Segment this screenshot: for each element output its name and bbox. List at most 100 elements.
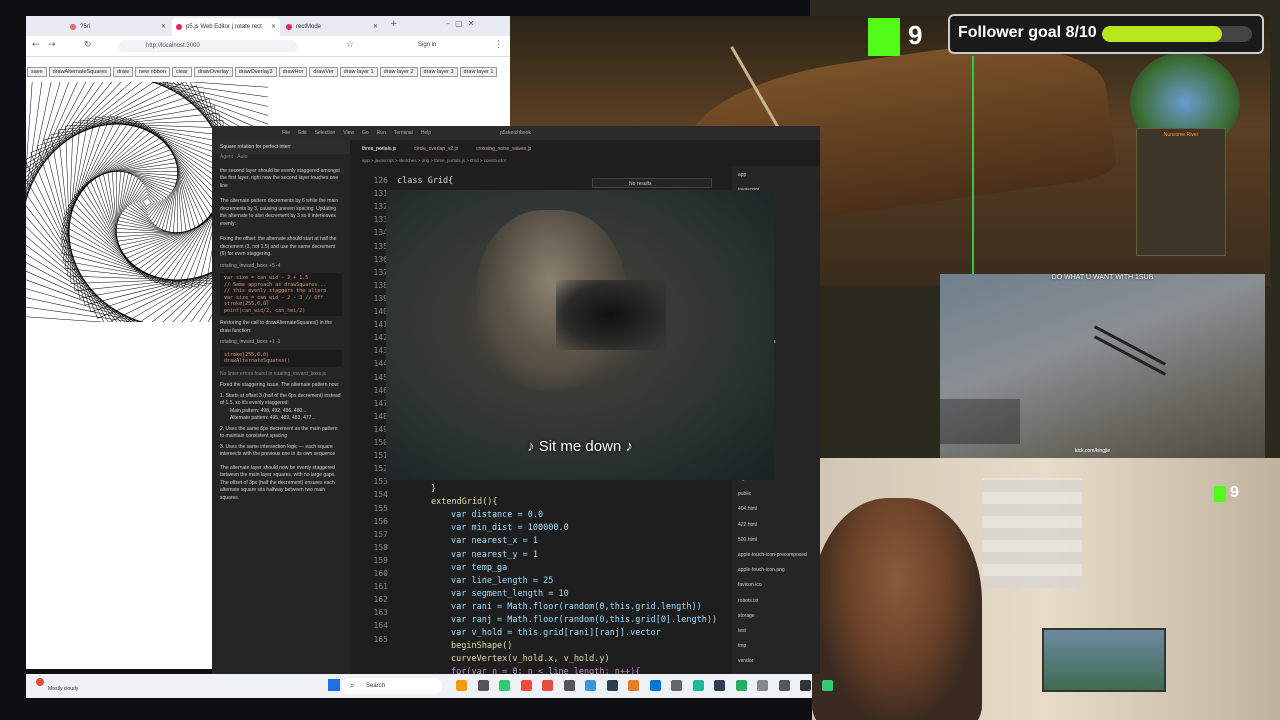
- browser-tab[interactable]: rectMode ✕: [282, 18, 382, 36]
- sketch-button[interactable]: clear: [171, 67, 192, 77]
- spiral-square: [60, 115, 234, 289]
- start-icon[interactable]: [328, 679, 340, 691]
- file-tree-item[interactable]: favicon.ico: [738, 582, 762, 588]
- file-tree-item[interactable]: apple-touch-icon-precomposed: [738, 552, 807, 558]
- file-tree-item[interactable]: app: [738, 172, 746, 178]
- fence-rail: [1093, 325, 1167, 366]
- chat-overlay: [940, 399, 1020, 444]
- chat-title[interactable]: Square rotation for perfect interr: [212, 140, 350, 154]
- menu-item[interactable]: Edit: [298, 130, 307, 136]
- taskbar-app-icon[interactable]: [671, 680, 682, 691]
- spiral-square: [89, 144, 205, 260]
- sketch-button[interactable]: drawAlternateSquares: [48, 67, 112, 77]
- chat-list-subitem: Main pattern: 498, 492, 486, 480...: [230, 407, 307, 414]
- chat-file-label[interactable]: rotating_inward_boxs +1 -1: [212, 339, 350, 347]
- taskbar-app-icon[interactable]: [499, 680, 510, 691]
- spiral-square: [118, 173, 176, 231]
- taskbar-app-icon[interactable]: [585, 680, 596, 691]
- sketch-button[interactable]: draw layer 2: [379, 67, 418, 77]
- sketch-button[interactable]: drawHor: [278, 67, 308, 77]
- kick-small-count: 9: [1230, 484, 1239, 501]
- file-tree-item[interactable]: public: [738, 491, 751, 497]
- file-tree-item[interactable]: vendor: [738, 658, 753, 664]
- taskbar-app-icon[interactable]: [563, 680, 575, 691]
- menu-item[interactable]: View: [343, 130, 354, 136]
- browser-tab-active[interactable]: p5.js Web Editor | rotate rect ✕: [172, 18, 280, 36]
- sketch-button[interactable]: save: [27, 67, 47, 77]
- close-icon[interactable]: ✕: [373, 18, 378, 36]
- sketch-button[interactable]: drawOverlay: [193, 67, 233, 77]
- editor-tab[interactable]: circle_overlap_v2.js: [414, 146, 458, 152]
- sketch-button[interactable]: new ribbon: [134, 67, 170, 77]
- sketch-button[interactable]: draw: [113, 67, 133, 77]
- chat-model[interactable]: Agent · Auto: [212, 154, 350, 162]
- taskbar-app-icon[interactable]: [714, 680, 725, 691]
- game-side-panel[interactable]: Nunsome River: [1136, 128, 1226, 256]
- spiral-square: [65, 120, 229, 284]
- window-controls[interactable]: – ▢ ✕: [446, 19, 474, 28]
- taskbar-app-icon[interactable]: [649, 680, 661, 691]
- star-icon[interactable]: ☆: [346, 40, 354, 50]
- editor-tab[interactable]: three_portals.js: [362, 146, 396, 152]
- sketch-button[interactable]: draw layer 3: [419, 67, 458, 77]
- taskbar-app-icon[interactable]: [800, 680, 811, 691]
- chat-code-line: drawAlternateSquares(): [224, 358, 291, 364]
- menu-item[interactable]: Run: [377, 130, 386, 136]
- menu-item[interactable]: Selection: [315, 130, 336, 136]
- sketch-button[interactable]: drawVer: [309, 67, 338, 77]
- menu-item[interactable]: Terminal: [394, 130, 413, 136]
- new-tab-button[interactable]: +: [390, 19, 398, 29]
- taskbar-app-icon[interactable]: [778, 680, 790, 691]
- menu-item[interactable]: Go: [362, 130, 369, 136]
- aquarium: [1042, 628, 1166, 692]
- back-icon[interactable]: ←: [32, 40, 40, 50]
- chat-file-label[interactable]: rotating_inward_boxs +5 -4: [212, 263, 350, 271]
- taskbar-app-icon[interactable]: [606, 680, 618, 691]
- tab-label: p5.js Web Editor | rotate rect: [186, 24, 262, 30]
- file-tree-item[interactable]: robots.txt: [738, 598, 759, 604]
- taskbar-app-icon[interactable]: [542, 680, 553, 691]
- follower-goal-bar: [1102, 26, 1252, 42]
- taskbar-app-icon[interactable]: [757, 680, 768, 691]
- menu-item[interactable]: Help: [421, 130, 431, 136]
- code-line: extendGrid(){: [431, 497, 498, 508]
- taskbar-app-icon[interactable]: [628, 680, 639, 691]
- sketch-button[interactable]: draw layer 1: [459, 67, 498, 77]
- taskbar-app-icon[interactable]: [477, 680, 489, 691]
- menu-item[interactable]: File: [282, 130, 290, 136]
- weather-icon[interactable]: [36, 678, 44, 686]
- taskbar-app-icon[interactable]: [520, 680, 532, 691]
- address-bar[interactable]: http://localhost:3000: [118, 40, 298, 52]
- streamer: [812, 498, 982, 720]
- close-icon[interactable]: ✕: [161, 18, 166, 36]
- file-tree-item[interactable]: test: [738, 628, 746, 634]
- file-tree-item[interactable]: apple-touch-icon.png: [738, 567, 785, 573]
- taskbar-search[interactable]: Search: [342, 678, 442, 694]
- browser-tab[interactable]: ?5rl ✕: [66, 18, 170, 36]
- sketch-button[interactable]: draw layer 1: [339, 67, 378, 77]
- code-line: var v_hold = this.grid[rani][ranj].vecto…: [451, 628, 661, 639]
- sketch-button[interactable]: drawOverlay3: [234, 67, 277, 77]
- code-line: var nearest_y = 1: [451, 549, 538, 560]
- kick-small-icon: [1214, 486, 1226, 502]
- sketch-button-row: save drawAlternateSquares draw new ribbon cl…: [26, 58, 510, 80]
- file-tree-item[interactable]: 422.html: [738, 522, 757, 528]
- menu-icon[interactable]: ⋮: [494, 40, 503, 50]
- file-tree-item[interactable]: tmp: [738, 643, 746, 649]
- file-tree-item[interactable]: 404.html: [738, 506, 757, 512]
- chat-message: The alternate layer should now be evenly…: [220, 464, 336, 501]
- forward-icon[interactable]: →: [48, 40, 56, 50]
- close-icon[interactable]: ✕: [271, 18, 276, 36]
- code-line: var temp_ga: [451, 562, 508, 573]
- taskbar-app-icon[interactable]: [735, 680, 747, 691]
- file-tree-item[interactable]: storage: [738, 613, 755, 619]
- taskbar-app-icon[interactable]: [692, 680, 704, 691]
- taskbar-app-icon[interactable]: [456, 680, 467, 691]
- kick-badge: 9: [860, 14, 936, 60]
- sign-in-button[interactable]: Sign in: [418, 42, 436, 48]
- editor-tab[interactable]: crossing_noise_waves.js: [476, 146, 531, 152]
- reload-icon[interactable]: ↻: [84, 40, 92, 50]
- tab-favicon-icon: [176, 24, 182, 30]
- taskbar-app-icon[interactable]: [821, 680, 833, 691]
- file-tree-item[interactable]: 500.html: [738, 537, 757, 543]
